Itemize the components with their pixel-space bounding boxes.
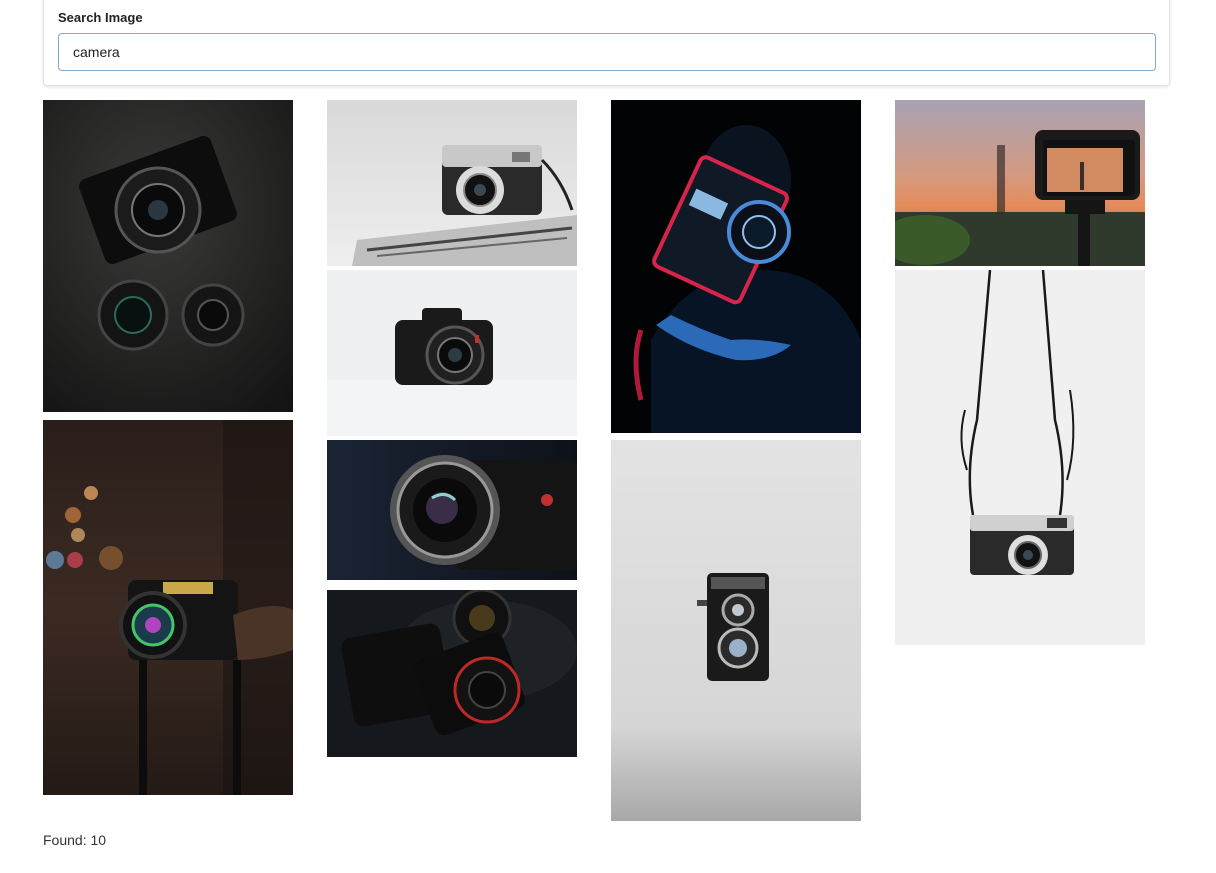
- gallery-image[interactable]: [327, 270, 577, 436]
- gallery-image[interactable]: [327, 100, 577, 266]
- gallery-image[interactable]: [895, 100, 1145, 266]
- gallery-image[interactable]: [895, 270, 1145, 645]
- gallery-image[interactable]: [327, 590, 577, 757]
- gallery-image[interactable]: [611, 440, 861, 821]
- gallery-image[interactable]: [43, 100, 293, 412]
- gallery-image[interactable]: [327, 440, 577, 580]
- search-label: Search Image: [58, 10, 143, 25]
- results-count: Found: 10: [43, 832, 107, 848]
- search-panel: Search Image: [43, 0, 1170, 86]
- gallery-image[interactable]: [43, 420, 293, 795]
- search-input[interactable]: [58, 33, 1156, 71]
- gallery-image[interactable]: [611, 100, 861, 433]
